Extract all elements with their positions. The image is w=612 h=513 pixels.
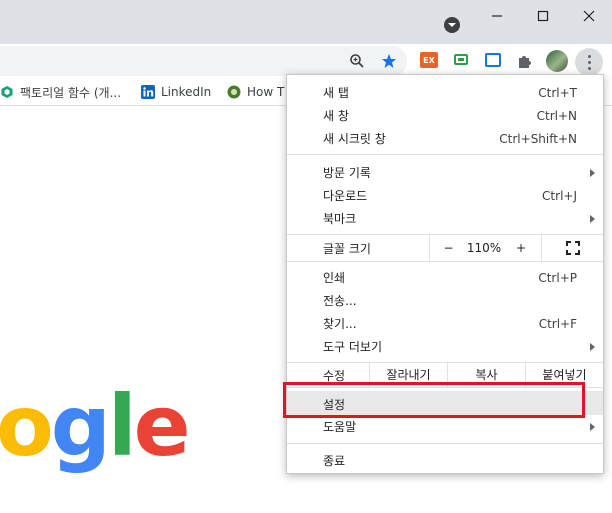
hex-icon [1,86,13,98]
bookmark-item[interactable]: How T [227,78,284,106]
menu-help[interactable]: 도움말 [287,415,603,438]
maximize-button[interactable] [520,0,566,32]
menu-divider [287,261,603,262]
logo-letter: g [50,377,111,475]
fullscreen-icon [565,240,580,255]
menu-more-tools[interactable]: 도구 더보기 [287,335,603,358]
minimize-button[interactable] [474,0,520,32]
settings-highlight-box [283,382,585,418]
menu-divider [287,154,603,155]
linkedin-icon [141,85,155,99]
zoom-label: 글꼴 크기 [323,242,371,256]
menu-history[interactable]: 방문 기록 [287,161,603,184]
zoom-icon[interactable] [346,50,368,72]
chevron-right-icon [590,343,595,351]
maximize-icon [537,10,549,22]
extension-blue-icon[interactable] [485,53,501,67]
menu-cast[interactable]: 전송... [287,289,603,312]
extensions-puzzle-icon[interactable] [513,50,535,72]
chevron-right-icon [590,215,595,223]
bookmark-label: How T [247,85,285,99]
menu-print[interactable]: 인쇄 Ctrl+P [287,266,603,289]
menu-new-tab[interactable]: 새 탭 Ctrl+T [287,81,603,104]
minimize-icon [492,15,502,17]
close-window-button[interactable] [566,0,612,32]
logo-letter: o [0,377,54,475]
close-icon [583,10,595,22]
bookmark-label: LinkedIn [161,85,212,99]
zoom-value: 110% [466,240,502,255]
menu-kebab-icon[interactable] [575,48,603,76]
menu-downloads[interactable]: 다운로드 Ctrl+J [287,184,603,207]
gear-badge-icon [227,85,241,99]
menu-divider [287,443,603,444]
fullscreen-button[interactable] [541,234,603,261]
menu-new-window[interactable]: 새 창 Ctrl+N [287,104,603,127]
tab-search-icon[interactable] [444,17,460,33]
extension-green-icon[interactable] [454,54,468,65]
bookmark-star-icon[interactable] [378,50,400,72]
extension-ex-icon[interactable]: EX [420,52,438,68]
menu-zoom-row: 글꼴 크기 − 110% + [287,234,603,261]
title-bar [0,0,612,44]
bookmark-item[interactable]: LinkedIn [141,78,211,106]
google-logo: ogle [0,384,191,468]
zoom-in-button[interactable]: + [501,234,541,261]
menu-exit[interactable]: 종료 [287,449,603,472]
menu-new-incognito[interactable]: 새 시크릿 창 Ctrl+Shift+N [287,127,603,150]
logo-letter: l [107,377,137,475]
bookmark-item[interactable]: 팩토리얼 함수 (개... [0,78,121,106]
logo-letter: e [133,377,191,475]
chevron-right-icon [590,169,595,177]
chevron-right-icon [590,423,595,431]
profile-avatar[interactable] [546,50,568,72]
bookmark-label: 팩토리얼 함수 (개... [20,85,122,100]
zoom-out-button[interactable]: − [429,234,467,261]
menu-bookmarks[interactable]: 북마크 [287,207,603,230]
menu-find[interactable]: 찾기... Ctrl+F [287,312,603,335]
